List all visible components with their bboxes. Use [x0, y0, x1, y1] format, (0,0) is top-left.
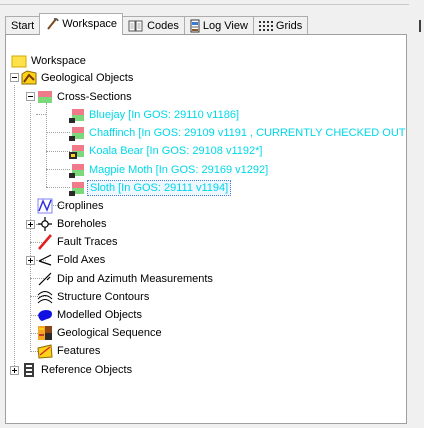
tree-node-reference-objects[interactable]: Reference Objects [21, 361, 134, 378]
node-label: Features [57, 344, 101, 357]
geology-folder-icon [21, 69, 37, 84]
expand-fault-traces-toggle[interactable] [26, 256, 35, 265]
node-label: Croplines [57, 199, 104, 212]
expand-croplines-toggle[interactable] [26, 220, 35, 229]
sequence-icon [38, 325, 52, 340]
node-label: Cross-Sections [57, 90, 132, 103]
tree-node-dip-azimuth[interactable]: Dip and Azimuth Measurements [37, 270, 215, 287]
tab-codes[interactable]: Codes [122, 16, 185, 35]
tree-node-modelled-objects[interactable]: Modelled Objects [37, 306, 144, 323]
grid-icon [258, 20, 273, 32]
tree-node-workspace[interactable]: Workspace [11, 52, 88, 69]
node-label: Sloth [In GOS: 29111 v1194] [87, 179, 232, 196]
cross-section-item-bluejay[interactable]: Bluejay [In GOS: 29110 v1186] [69, 106, 241, 123]
node-label: Koala Bear [In GOS: 29108 v1192*] [89, 144, 263, 157]
section-layer-modified-icon [69, 144, 84, 159]
cross-section-item-koala-bear[interactable]: Koala Bear [In GOS: 29108 v1192*] [69, 142, 264, 159]
node-label: Dip and Azimuth Measurements [57, 272, 213, 285]
tree-node-boreholes[interactable]: Boreholes [37, 215, 109, 232]
tree-node-fold-axes[interactable]: Fold Axes [37, 251, 107, 268]
tab-start[interactable]: Start [5, 16, 41, 35]
tree-connector [46, 169, 70, 170]
reference-icon [24, 362, 34, 377]
tree-node-geological-objects[interactable]: Geological Objects [21, 69, 135, 86]
collapse-cross-sections-toggle[interactable] [26, 92, 35, 101]
right-edge [409, 0, 424, 428]
tab-bar: Start Workspace Codes Log View Grids [5, 13, 309, 35]
tree-connector [46, 151, 70, 152]
cross-section-item-magpie-moth[interactable]: Magpie Moth [In GOS: 29169 v1292] [69, 161, 270, 178]
cross-section-item-chaffinch[interactable]: Chaffinch [In GOS: 29109 v1191 , CURRENT… [69, 124, 407, 141]
node-label: Workspace [31, 54, 86, 67]
window-top-strip [0, 0, 424, 10]
tree-connector [36, 114, 46, 115]
collapse-geological-objects-toggle[interactable] [10, 73, 19, 82]
tree-node-structure-contours[interactable]: Structure Contours [37, 288, 151, 305]
borehole-icon [38, 216, 52, 231]
section-layer-icon [69, 163, 84, 178]
node-label: Modelled Objects [57, 308, 142, 321]
node-label: Magpie Moth [In GOS: 29169 v1292] [89, 163, 269, 176]
book-icon [128, 19, 144, 33]
node-label: Geological Sequence [57, 326, 162, 339]
section-layer-icon [69, 108, 84, 123]
window-divider [0, 4, 409, 5]
tree-connector [46, 187, 70, 188]
tree-connector [46, 132, 70, 133]
tab-workspace[interactable]: Workspace [39, 13, 124, 35]
workspace-pick-icon [45, 17, 59, 31]
tab-label: Codes [147, 20, 179, 32]
node-label: Fold Axes [57, 253, 106, 266]
log-icon [190, 19, 200, 33]
tree-connector [46, 103, 47, 187]
fault-trace-icon [38, 233, 52, 250]
expand-reference-objects-toggle[interactable] [10, 366, 19, 375]
cropline-icon [37, 198, 53, 213]
features-icon [37, 343, 53, 359]
tree-node-cross-sections[interactable]: Cross-Sections [37, 88, 134, 105]
tab-label: Start [11, 20, 35, 32]
tree-node-croplines[interactable]: Croplines [37, 197, 105, 214]
tree-node-features[interactable]: Features [37, 342, 102, 359]
tab-grids[interactable]: Grids [252, 16, 309, 35]
folder-icon [11, 55, 27, 67]
node-label: Chaffinch [In GOS: 29109 v1191 , CURRENT… [89, 126, 406, 139]
section-layer-icon [69, 126, 84, 141]
fold-axis-icon [38, 253, 52, 266]
dip-azimuth-icon [38, 272, 52, 285]
tree-connector [14, 85, 15, 370]
tree-node-geological-sequence[interactable]: Geological Sequence [37, 324, 164, 341]
node-label: Structure Contours [57, 290, 150, 303]
tab-label: Workspace [62, 17, 118, 30]
node-label: Geological Objects [41, 71, 134, 84]
node-label: Boreholes [57, 217, 107, 230]
cross-section-icon [38, 90, 52, 103]
tab-log-view[interactable]: Log View [183, 16, 254, 35]
contour-icon [37, 290, 53, 303]
node-label: Reference Objects [41, 363, 133, 376]
section-layer-icon [69, 181, 84, 196]
tab-label: Grids [275, 20, 303, 32]
cross-section-item-sloth[interactable]: Sloth [In GOS: 29111 v1194] [69, 179, 232, 196]
workspace-tree-panel[interactable]: Workspace Geological Objects Cross-Secti… [5, 34, 407, 424]
tab-label: Log View [202, 20, 248, 32]
node-label: Bluejay [In GOS: 29110 v1186] [89, 108, 240, 121]
modelled-object-icon [38, 309, 52, 321]
node-label: Fault Traces [57, 235, 118, 248]
splitter-mark[interactable] [419, 20, 421, 32]
tree-node-fault-traces[interactable]: Fault Traces [37, 233, 120, 250]
